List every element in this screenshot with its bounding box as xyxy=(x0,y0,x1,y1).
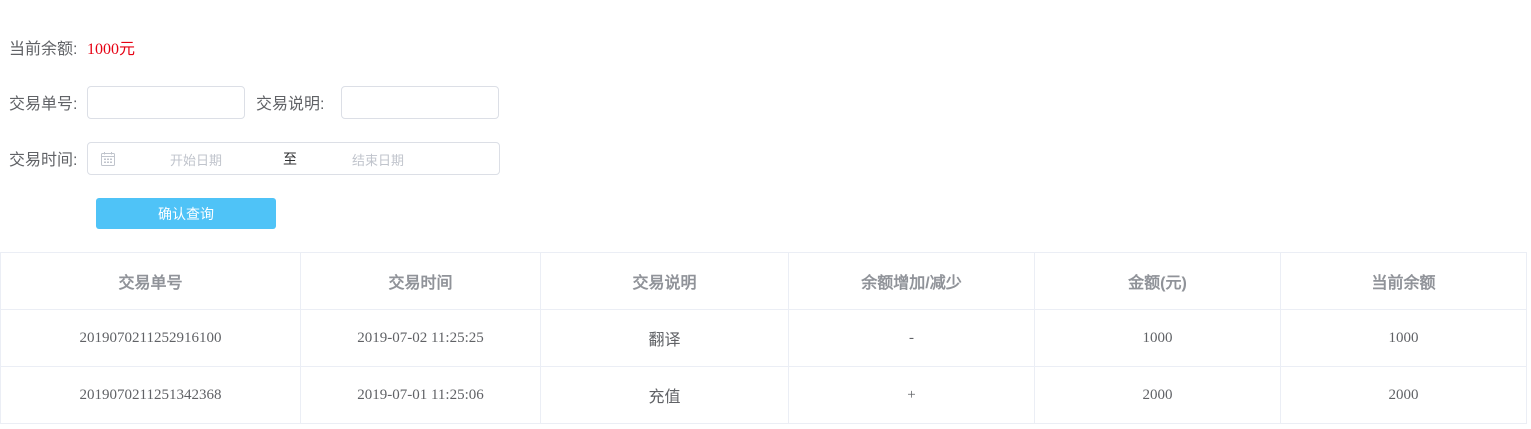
end-date-input[interactable]: 结束日期 xyxy=(352,150,404,169)
cell-change: - xyxy=(788,309,1035,367)
date-range-picker[interactable]: 开始日期 至 结束日期 xyxy=(87,141,500,175)
cell-amount: 1000 xyxy=(1034,309,1281,367)
time-label: 交易时间: xyxy=(9,152,78,169)
column-header-change: 余额增加/减少 xyxy=(788,252,1035,310)
transactions-table: 交易单号 交易时间 交易说明 余额增加/减少 金额(元) 当前余额 201907… xyxy=(0,252,1527,424)
calendar-icon xyxy=(101,151,115,166)
order-no-input[interactable] xyxy=(87,85,245,119)
desc-label: 交易说明: xyxy=(256,96,325,113)
column-header-order-no: 交易单号 xyxy=(0,252,301,310)
cell-order-no: 2019070211251342368 xyxy=(0,366,301,424)
balance-value: 1000元 xyxy=(87,41,136,58)
filter-row-time: 交易时间: 开始日期 至 结束日期 xyxy=(0,141,500,175)
cell-description: 翻译 xyxy=(540,309,789,367)
desc-input[interactable] xyxy=(341,85,499,119)
table-header-row: 交易单号 交易时间 交易说明 余额增加/减少 金额(元) 当前余额 xyxy=(0,252,1527,310)
cell-description: 充值 xyxy=(540,366,789,424)
confirm-query-button[interactable]: 确认查询 xyxy=(96,198,276,229)
balance-row: 当前余额: 1000元 xyxy=(0,30,135,64)
column-header-amount: 金额(元) xyxy=(1034,252,1281,310)
cell-change: + xyxy=(788,366,1035,424)
cell-time: 2019-07-01 11:25:06 xyxy=(300,366,541,424)
column-header-time: 交易时间 xyxy=(300,252,541,310)
table-row: 2019070211252916100 2019-07-02 11:25:25 … xyxy=(0,309,1527,367)
filter-row-ids: 交易单号: 交易说明: xyxy=(0,85,499,119)
balance-label: 当前余额: xyxy=(9,41,78,58)
cell-balance: 2000 xyxy=(1280,366,1527,424)
cell-order-no: 2019070211252916100 xyxy=(0,309,301,367)
column-header-description: 交易说明 xyxy=(540,252,789,310)
transaction-page: 当前余额: 1000元 交易单号: 交易说明: 交易时间: 开始日期 至 结束日… xyxy=(0,0,1531,429)
column-header-balance: 当前余额 xyxy=(1280,252,1527,310)
cell-amount: 2000 xyxy=(1034,366,1281,424)
order-no-label: 交易单号: xyxy=(9,96,78,113)
table-row: 2019070211251342368 2019-07-01 11:25:06 … xyxy=(0,366,1527,424)
range-separator: 至 xyxy=(283,150,297,167)
start-date-input[interactable]: 开始日期 xyxy=(170,150,222,169)
cell-balance: 1000 xyxy=(1280,309,1527,367)
cell-time: 2019-07-02 11:25:25 xyxy=(300,309,541,367)
